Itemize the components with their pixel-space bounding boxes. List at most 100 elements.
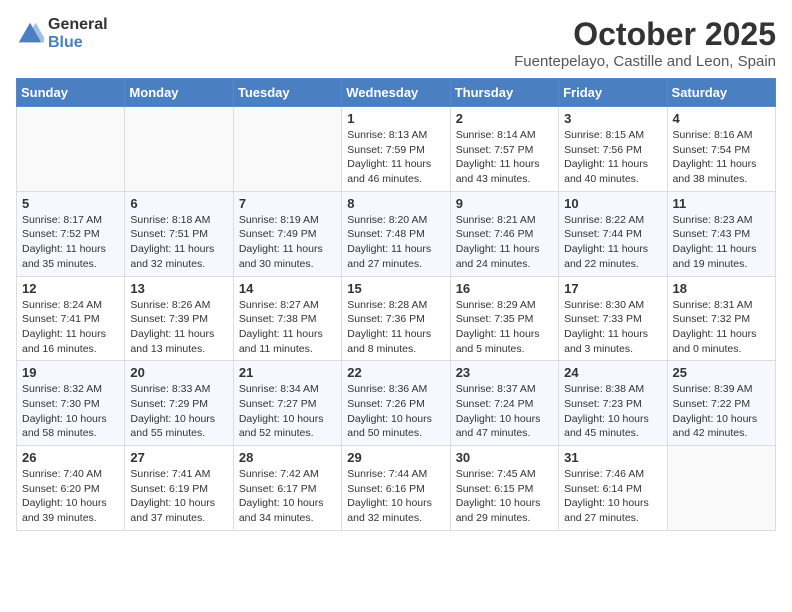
- day-number: 13: [130, 281, 227, 296]
- day-info: Sunrise: 8:20 AM Sunset: 7:48 PM Dayligh…: [347, 213, 444, 272]
- day-number: 18: [673, 281, 770, 296]
- calendar-week-row: 19 Sunrise: 8:32 AM Sunset: 7:30 PM Dayli…: [17, 361, 776, 446]
- day-number: 20: [130, 365, 227, 380]
- calendar-cell: 13 Sunrise: 8:26 AM Sunset: 7:39 PM Dayli…: [125, 276, 233, 361]
- day-number: 15: [347, 281, 444, 296]
- day-info: Sunrise: 8:37 AM Sunset: 7:24 PM Dayligh…: [456, 382, 553, 441]
- day-number: 27: [130, 450, 227, 465]
- weekday-header: Wednesday: [342, 79, 450, 107]
- day-info: Sunrise: 8:24 AM Sunset: 7:41 PM Dayligh…: [22, 298, 119, 357]
- day-info: Sunrise: 8:15 AM Sunset: 7:56 PM Dayligh…: [564, 128, 661, 187]
- day-info: Sunrise: 8:31 AM Sunset: 7:32 PM Dayligh…: [673, 298, 770, 357]
- calendar-cell: [667, 446, 775, 531]
- day-number: 23: [456, 365, 553, 380]
- day-info: Sunrise: 7:40 AM Sunset: 6:20 PM Dayligh…: [22, 467, 119, 526]
- calendar-cell: 23 Sunrise: 8:37 AM Sunset: 7:24 PM Dayli…: [450, 361, 558, 446]
- day-info: Sunrise: 8:22 AM Sunset: 7:44 PM Dayligh…: [564, 213, 661, 272]
- calendar-cell: 25Sunrise: 8:39 AM Sunset: 7:22 PM Dayli…: [667, 361, 775, 446]
- day-info: Sunrise: 7:42 AM Sunset: 6:17 PM Dayligh…: [239, 467, 336, 526]
- calendar-week-row: 1 Sunrise: 8:13 AM Sunset: 7:59 PM Daylig…: [17, 107, 776, 192]
- calendar-cell: 31Sunrise: 7:46 AM Sunset: 6:14 PM Dayli…: [559, 446, 667, 531]
- logo-general-text: General: [48, 16, 108, 34]
- day-number: 29: [347, 450, 444, 465]
- calendar-cell: [125, 107, 233, 192]
- calendar-cell: 8 Sunrise: 8:20 AM Sunset: 7:48 PM Daylig…: [342, 191, 450, 276]
- day-number: 10: [564, 196, 661, 211]
- day-number: 22: [347, 365, 444, 380]
- day-info: Sunrise: 8:14 AM Sunset: 7:57 PM Dayligh…: [456, 128, 553, 187]
- day-number: 6: [130, 196, 227, 211]
- calendar-cell: 29Sunrise: 7:44 AM Sunset: 6:16 PM Dayli…: [342, 446, 450, 531]
- calendar-cell: 14Sunrise: 8:27 AM Sunset: 7:38 PM Dayli…: [233, 276, 341, 361]
- day-number: 2: [456, 111, 553, 126]
- logo-blue-text: Blue: [48, 34, 108, 52]
- day-info: Sunrise: 8:18 AM Sunset: 7:51 PM Dayligh…: [130, 213, 227, 272]
- month-title: October 2025: [514, 16, 776, 53]
- calendar-cell: 15 Sunrise: 8:28 AM Sunset: 7:36 PM Dayli…: [342, 276, 450, 361]
- day-info: Sunrise: 8:13 AM Sunset: 7:59 PM Dayligh…: [347, 128, 444, 187]
- day-info: Sunrise: 8:39 AM Sunset: 7:22 PM Dayligh…: [673, 382, 770, 441]
- day-number: 7: [239, 196, 336, 211]
- day-info: Sunrise: 8:28 AM Sunset: 7:36 PM Dayligh…: [347, 298, 444, 357]
- day-info: Sunrise: 8:23 AM Sunset: 7:43 PM Dayligh…: [673, 213, 770, 272]
- calendar-week-row: 5Sunrise: 8:17 AM Sunset: 7:52 PM Daylig…: [17, 191, 776, 276]
- calendar-cell: 19 Sunrise: 8:32 AM Sunset: 7:30 PM Dayli…: [17, 361, 125, 446]
- weekday-header: Tuesday: [233, 79, 341, 107]
- day-info: Sunrise: 8:36 AM Sunset: 7:26 PM Dayligh…: [347, 382, 444, 441]
- day-number: 1: [347, 111, 444, 126]
- day-number: 24: [564, 365, 661, 380]
- calendar-cell: [233, 107, 341, 192]
- day-info: Sunrise: 8:30 AM Sunset: 7:33 PM Dayligh…: [564, 298, 661, 357]
- day-info: Sunrise: 8:26 AM Sunset: 7:39 PM Dayligh…: [130, 298, 227, 357]
- day-number: 3: [564, 111, 661, 126]
- day-info: Sunrise: 8:38 AM Sunset: 7:23 PM Dayligh…: [564, 382, 661, 441]
- calendar-cell: 3 Sunrise: 8:15 AM Sunset: 7:56 PM Daylig…: [559, 107, 667, 192]
- day-info: Sunrise: 8:32 AM Sunset: 7:30 PM Dayligh…: [22, 382, 119, 441]
- calendar-cell: 22 Sunrise: 8:36 AM Sunset: 7:26 PM Dayli…: [342, 361, 450, 446]
- day-info: Sunrise: 8:16 AM Sunset: 7:54 PM Dayligh…: [673, 128, 770, 187]
- logo: General Blue: [16, 16, 108, 51]
- page-header: General Blue October 2025 Fuentepelayo, …: [16, 16, 776, 70]
- day-number: 4: [673, 111, 770, 126]
- day-info: Sunrise: 8:29 AM Sunset: 7:35 PM Dayligh…: [456, 298, 553, 357]
- logo-icon: [16, 20, 44, 48]
- calendar-cell: 16 Sunrise: 8:29 AM Sunset: 7:35 PM Dayli…: [450, 276, 558, 361]
- calendar-cell: 27 Sunrise: 7:41 AM Sunset: 6:19 PM Dayli…: [125, 446, 233, 531]
- calendar-cell: 9 Sunrise: 8:21 AM Sunset: 7:46 PM Daylig…: [450, 191, 558, 276]
- weekday-header: Monday: [125, 79, 233, 107]
- calendar-cell: 20 Sunrise: 8:33 AM Sunset: 7:29 PM Dayli…: [125, 361, 233, 446]
- day-info: Sunrise: 8:33 AM Sunset: 7:29 PM Dayligh…: [130, 382, 227, 441]
- calendar-week-row: 12 Sunrise: 8:24 AM Sunset: 7:41 PM Dayli…: [17, 276, 776, 361]
- calendar-cell: 4 Sunrise: 8:16 AM Sunset: 7:54 PM Daylig…: [667, 107, 775, 192]
- calendar-week-row: 26 Sunrise: 7:40 AM Sunset: 6:20 PM Dayli…: [17, 446, 776, 531]
- weekday-header: Friday: [559, 79, 667, 107]
- day-info: Sunrise: 8:21 AM Sunset: 7:46 PM Dayligh…: [456, 213, 553, 272]
- calendar-cell: 26 Sunrise: 7:40 AM Sunset: 6:20 PM Dayli…: [17, 446, 125, 531]
- day-number: 16: [456, 281, 553, 296]
- calendar-cell: [17, 107, 125, 192]
- calendar-table: SundayMondayTuesdayWednesdayThursdayFrid…: [16, 78, 776, 531]
- weekday-header: Saturday: [667, 79, 775, 107]
- day-number: 12: [22, 281, 119, 296]
- calendar-cell: 11Sunrise: 8:23 AM Sunset: 7:43 PM Dayli…: [667, 191, 775, 276]
- day-number: 8: [347, 196, 444, 211]
- calendar-cell: 12 Sunrise: 8:24 AM Sunset: 7:41 PM Dayli…: [17, 276, 125, 361]
- calendar-cell: 7 Sunrise: 8:19 AM Sunset: 7:49 PM Daylig…: [233, 191, 341, 276]
- day-number: 28: [239, 450, 336, 465]
- day-number: 9: [456, 196, 553, 211]
- day-number: 19: [22, 365, 119, 380]
- title-block: October 2025 Fuentepelayo, Castille and …: [514, 16, 776, 70]
- day-info: Sunrise: 7:46 AM Sunset: 6:14 PM Dayligh…: [564, 467, 661, 526]
- day-info: Sunrise: 8:19 AM Sunset: 7:49 PM Dayligh…: [239, 213, 336, 272]
- day-info: Sunrise: 7:45 AM Sunset: 6:15 PM Dayligh…: [456, 467, 553, 526]
- day-number: 14: [239, 281, 336, 296]
- day-number: 26: [22, 450, 119, 465]
- day-info: Sunrise: 7:41 AM Sunset: 6:19 PM Dayligh…: [130, 467, 227, 526]
- calendar-header-row: SundayMondayTuesdayWednesdayThursdayFrid…: [17, 79, 776, 107]
- day-info: Sunrise: 8:17 AM Sunset: 7:52 PM Dayligh…: [22, 213, 119, 272]
- calendar-cell: 24 Sunrise: 8:38 AM Sunset: 7:23 PM Dayli…: [559, 361, 667, 446]
- day-number: 17: [564, 281, 661, 296]
- day-number: 21: [239, 365, 336, 380]
- day-info: Sunrise: 8:34 AM Sunset: 7:27 PM Dayligh…: [239, 382, 336, 441]
- weekday-header: Thursday: [450, 79, 558, 107]
